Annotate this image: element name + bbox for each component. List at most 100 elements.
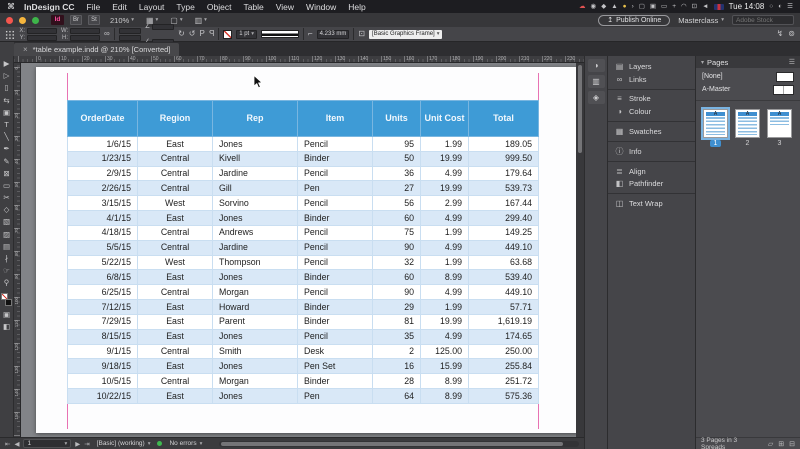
corner-radius-stepper[interactable]: 4.233 mm <box>317 30 350 39</box>
table-cell[interactable]: 9/18/15 <box>68 359 138 374</box>
table-cell[interactable]: Central <box>138 181 213 196</box>
table-row[interactable]: 8/15/15EastJonesPencil354.99174.65 <box>68 329 539 344</box>
page-thumbnail-1[interactable]: A1 <box>703 109 728 147</box>
table-cell[interactable]: Pen <box>298 181 373 196</box>
table-cell[interactable]: 189.05 <box>469 137 539 152</box>
table-cell[interactable]: 1.99 <box>421 300 469 315</box>
table-cell[interactable]: 19.99 <box>421 181 469 196</box>
dock-item-links[interactable]: ∞Links <box>608 73 695 86</box>
note-tool-icon[interactable]: ▤ <box>0 241 14 253</box>
page-thumbnail-3[interactable]: A3 <box>767 109 792 147</box>
table-cell[interactable]: Howard <box>213 300 298 315</box>
adobe-stock-search-input[interactable] <box>732 15 794 25</box>
table-cell[interactable]: 56 <box>373 196 421 211</box>
table-cell[interactable]: Jardine <box>213 166 298 181</box>
table-cell[interactable]: 255.84 <box>469 359 539 374</box>
dock-item-align[interactable]: ≣Align <box>608 165 695 178</box>
table-cell[interactable]: 8.99 <box>421 389 469 404</box>
scale-y-field[interactable] <box>119 35 141 41</box>
table-row[interactable]: 6/25/15CentralMorganPencil904.99449.10 <box>68 285 539 300</box>
notification-center-icon[interactable]: ☰ <box>787 0 793 13</box>
master-page-thumbnail[interactable] <box>773 85 794 95</box>
table-cell[interactable]: Jones <box>213 211 298 226</box>
table-cell[interactable]: 1/23/15 <box>68 151 138 166</box>
wifi-icon[interactable]: ◠ <box>681 0 687 13</box>
quick-apply-icon[interactable]: ↯ <box>777 27 784 41</box>
table-cell[interactable]: 539.40 <box>469 270 539 285</box>
stroke-swatch[interactable] <box>5 299 12 306</box>
table-cell[interactable]: Binder <box>298 314 373 329</box>
table-cell[interactable]: 1.99 <box>421 137 469 152</box>
table-cell[interactable]: 4.99 <box>421 211 469 226</box>
table-row[interactable]: 3/15/15WestSorvinoPencil562.99167.44 <box>68 196 539 211</box>
document-tab[interactable]: × *table example.indd @ 210% [Converted] <box>14 43 179 56</box>
table-cell[interactable]: Pencil <box>298 137 373 152</box>
table-cell[interactable]: Jones <box>213 329 298 344</box>
table-cell[interactable]: 4.99 <box>421 329 469 344</box>
table-cell[interactable]: 1.99 <box>421 255 469 270</box>
reference-point-grid[interactable] <box>5 30 14 39</box>
table-cell[interactable]: Pencil <box>298 225 373 240</box>
stock-button[interactable]: St <box>88 15 100 25</box>
table-cell[interactable]: 999.50 <box>469 151 539 166</box>
table-cell[interactable]: 1,619.19 <box>469 314 539 329</box>
zoom-level-select[interactable]: 210% ▾ <box>110 16 134 25</box>
stroke-weight-stepper[interactable]: 1 pt ▾ <box>236 30 257 39</box>
dock-item-stroke[interactable]: ≡Stroke <box>608 93 695 106</box>
table-cell[interactable]: Pen <box>298 389 373 404</box>
pages-panel-header[interactable]: ▾ Pages ☰ <box>696 56 800 68</box>
spotlight-icon[interactable]: ○ <box>769 0 773 13</box>
free-transform-tool-icon[interactable]: ◇ <box>0 204 14 216</box>
creative-cloud-icon[interactable]: ☁ <box>579 0 586 13</box>
table-cell[interactable]: Kivell <box>213 151 298 166</box>
table-cell[interactable]: 3/15/15 <box>68 196 138 211</box>
master-page-item[interactable]: A-Master <box>696 83 800 96</box>
table-row[interactable]: 2/9/15CentralJardinePencil364.99179.64 <box>68 166 539 181</box>
table-row[interactable]: 1/6/15EastJonesPencil951.99189.05 <box>68 137 539 152</box>
table-cell[interactable]: West <box>138 255 213 270</box>
table-cell[interactable]: 8/15/15 <box>68 329 138 344</box>
table-cell[interactable]: 449.10 <box>469 285 539 300</box>
table-cell[interactable]: Jones <box>213 389 298 404</box>
volume-icon[interactable]: ◄ <box>702 0 708 13</box>
table-cell[interactable]: East <box>138 314 213 329</box>
table-cell[interactable]: Jones <box>213 270 298 285</box>
gap-tool-icon[interactable]: ⇆ <box>0 95 14 107</box>
table-cell[interactable]: 36 <box>373 166 421 181</box>
dock-item-layers[interactable]: ▤Layers <box>608 60 695 73</box>
table-cell[interactable]: 57.71 <box>469 300 539 315</box>
table-cell[interactable]: 9/1/15 <box>68 344 138 359</box>
table-cell[interactable]: Binder <box>298 300 373 315</box>
menu-type[interactable]: Type <box>176 2 194 12</box>
table-cell[interactable]: 16 <box>373 359 421 374</box>
airplay-icon[interactable]: ▭ <box>661 0 667 13</box>
type-tool-icon[interactable]: T <box>0 119 14 131</box>
publish-online-button[interactable]: ↥ Publish Online <box>598 15 670 26</box>
menu-help[interactable]: Help <box>348 2 365 12</box>
shield-icon[interactable]: ▲ <box>611 0 617 13</box>
hand-tool-icon[interactable]: ☞ <box>0 265 14 277</box>
table-cell[interactable]: 179.64 <box>469 166 539 181</box>
table-row[interactable]: 7/29/15EastParentBinder8119.991,619.19 <box>68 314 539 329</box>
data-table[interactable]: OrderDateRegionRepItemUnitsUnit CostTota… <box>67 100 539 404</box>
menu-layout[interactable]: Layout <box>139 2 165 12</box>
rotate-ccw-icon[interactable]: ↺ <box>189 27 196 41</box>
table-cell[interactable]: 125.00 <box>421 344 469 359</box>
stroke-none-swatch[interactable] <box>223 30 232 39</box>
table-cell[interactable]: 539.73 <box>469 181 539 196</box>
table-row[interactable]: 7/12/15EastHowardBinder291.9957.71 <box>68 300 539 315</box>
table-cell[interactable]: 19.99 <box>421 151 469 166</box>
table-cell[interactable]: 4.99 <box>421 166 469 181</box>
drop-icon[interactable]: ◆ <box>601 0 606 13</box>
dock-item-colour[interactable]: ◑Colour <box>608 105 695 118</box>
menu-window[interactable]: Window <box>306 2 336 12</box>
menu-edit[interactable]: Edit <box>112 2 127 12</box>
dock-item-text-wrap[interactable]: ◫Text Wrap <box>608 197 695 210</box>
table-cell[interactable]: 64 <box>373 389 421 404</box>
table-row[interactable]: 4/1/15EastJonesBinder604.99299.40 <box>68 211 539 226</box>
preflight-errors-dropdown[interactable]: No errors ▾ <box>166 439 205 448</box>
table-cell[interactable]: 35 <box>373 329 421 344</box>
bridge-button[interactable]: Br <box>70 15 82 25</box>
traffic-close-button[interactable] <box>6 17 13 24</box>
master-page-item[interactable]: [None] <box>696 70 800 83</box>
